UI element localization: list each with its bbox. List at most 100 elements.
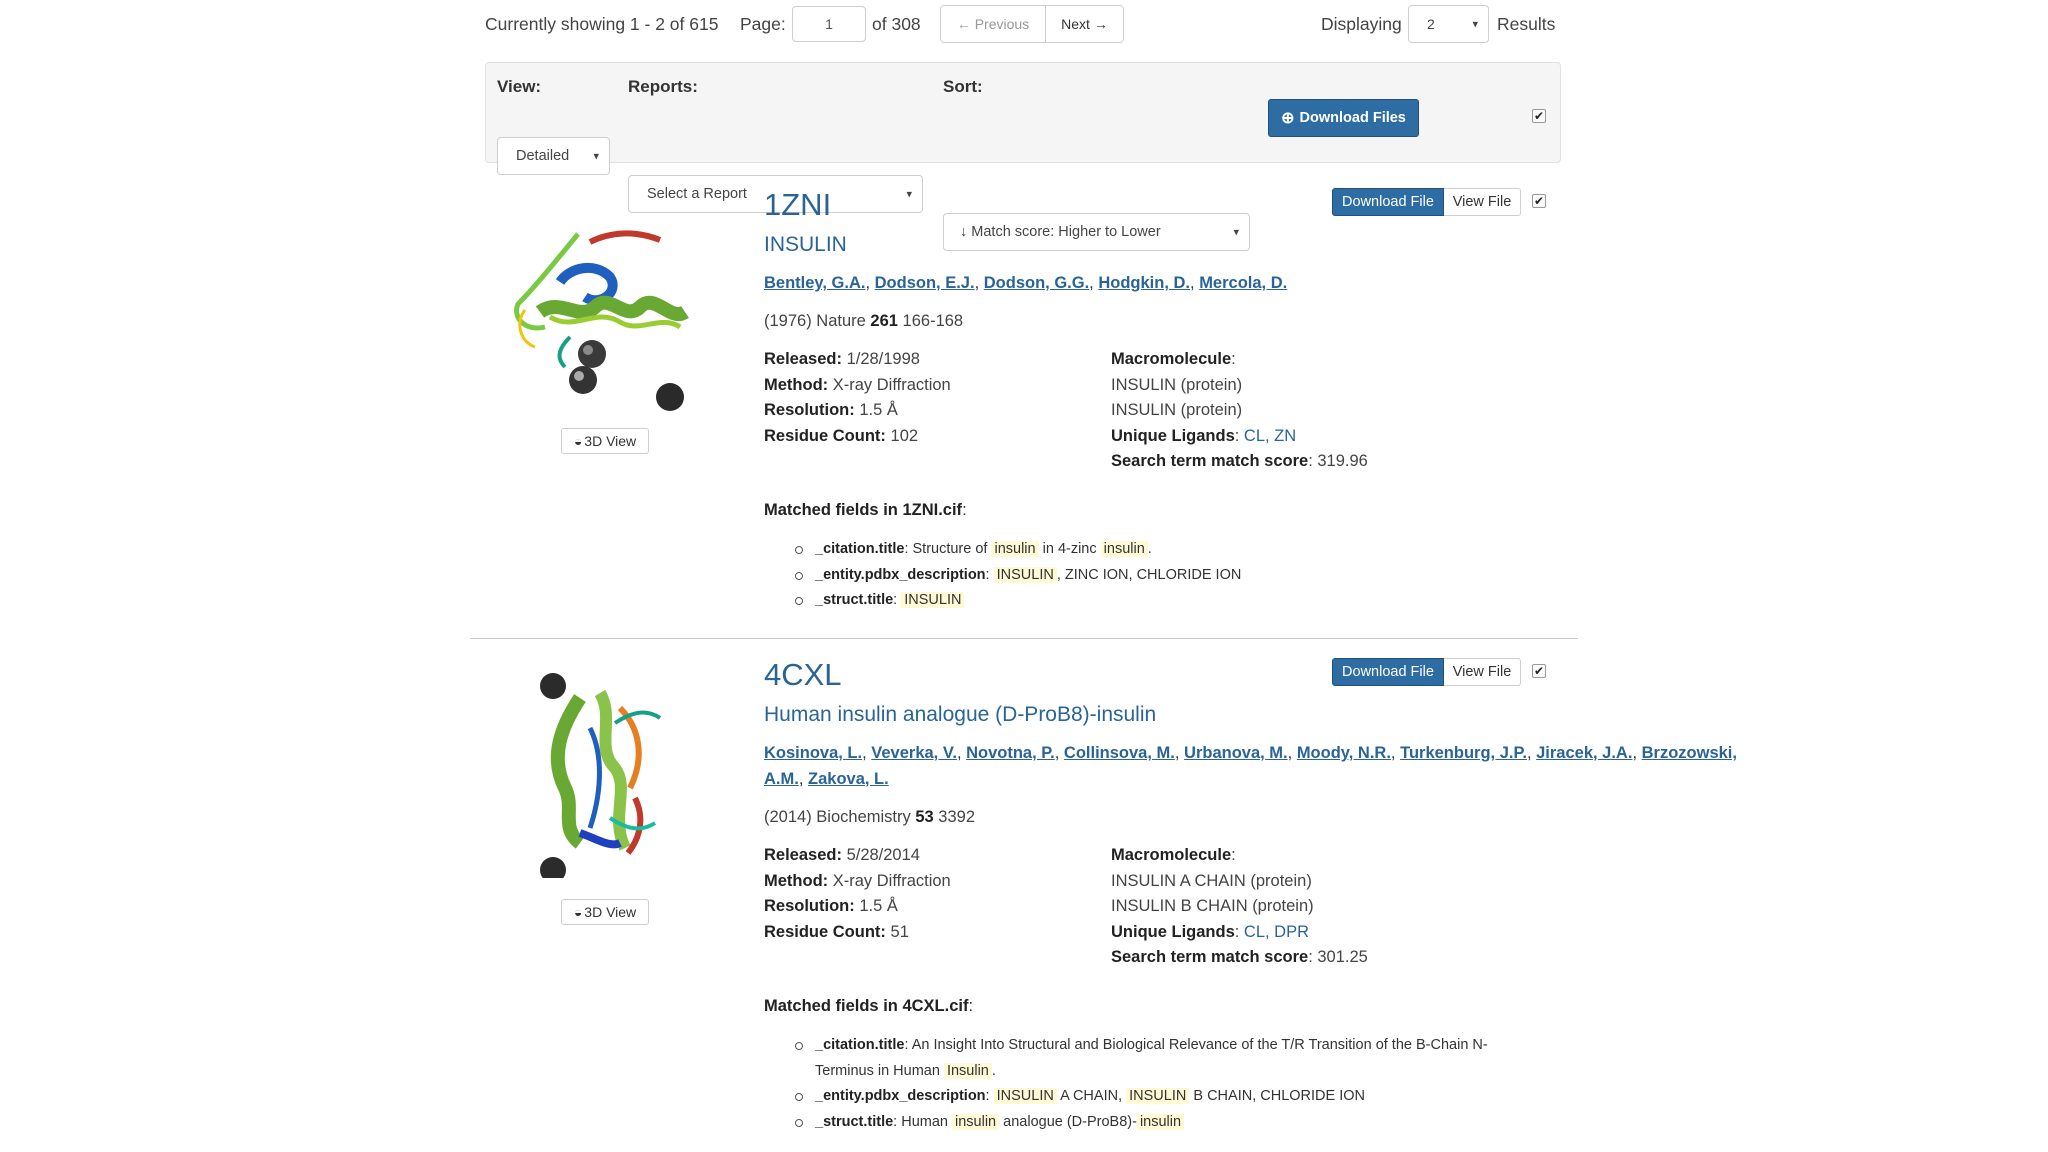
- field-text: An Insight Into Structural and Biologica…: [815, 1037, 1488, 1079]
- author-link[interactable]: Dodson, E.J.: [875, 274, 975, 292]
- author-link[interactable]: Dodson, G.G.: [984, 274, 1089, 292]
- page-total: of 308: [872, 14, 921, 34]
- citation-pages: 3392: [938, 808, 976, 826]
- method-label: Method:: [764, 871, 829, 890]
- list-item: _entity.pdbx_description: INSULIN, ZINC …: [793, 563, 1493, 589]
- ribbon-helix: [550, 694, 586, 849]
- list-item: _struct.title: Human insulin analogue (D…: [793, 1110, 1533, 1136]
- author-link[interactable]: Hodgkin, D.: [1098, 274, 1190, 292]
- citation-volume: 261: [870, 312, 898, 330]
- author-link[interactable]: Collinsova, M.: [1064, 744, 1175, 762]
- ligands-links[interactable]: CL, DPR: [1244, 923, 1309, 941]
- ribbon-helix: [555, 262, 618, 306]
- resolution-label: Resolution:: [764, 897, 855, 915]
- highlight-term: INSULIN: [993, 566, 1057, 583]
- author-link[interactable]: Novotna, P.: [966, 744, 1055, 762]
- next-button[interactable]: Next →: [1046, 6, 1123, 42]
- author-link[interactable]: Kosinova, L.: [764, 744, 862, 762]
- atom-sphere: [540, 857, 566, 878]
- field-text: in 4-zinc: [1042, 541, 1097, 557]
- highlight-term: Insulin: [943, 1062, 992, 1079]
- citation-year: (2014): [764, 808, 812, 826]
- displaying-label: Displaying: [1321, 14, 1402, 34]
- atom-sphere: [569, 366, 597, 394]
- previous-button[interactable]: ← Previous: [941, 6, 1046, 42]
- page-label: Page:: [740, 14, 786, 34]
- field-key: _struct.title: [815, 1113, 894, 1130]
- matched-fields-list: _citation.title: Structure of insulin in…: [793, 537, 1493, 614]
- macromolecule-details: Macromolecule: INSULIN A CHAIN (protein)…: [1111, 843, 1531, 971]
- field-text: .: [1147, 541, 1152, 557]
- matched-fields-prefix: Matched fields in: [764, 997, 898, 1015]
- field-text: Human: [901, 1113, 948, 1130]
- match-score-label: Search term match score: [1111, 948, 1309, 966]
- download-files-button[interactable]: ⊕ Download Files: [1268, 99, 1419, 137]
- citation: (2014) Biochemistry 53 3392: [764, 808, 975, 827]
- residue-count-label: Residue Count:: [764, 426, 886, 445]
- author-link[interactable]: Mercola, D.: [1199, 274, 1287, 292]
- field-key: _citation.title: [815, 541, 905, 557]
- highlight-term: INSULIN: [993, 1088, 1057, 1104]
- structure-thumbnail-4cxl[interactable]: [520, 668, 700, 878]
- download-file-button[interactable]: Download File: [1332, 658, 1444, 686]
- method-label: Method:: [764, 375, 829, 394]
- author-link[interactable]: Bentley, G.A.: [764, 274, 865, 292]
- matched-fields-file: 4CXL.cif: [902, 997, 969, 1015]
- view-select[interactable]: Detailed ▾: [497, 137, 610, 175]
- pdb-id-link[interactable]: 4CXL: [764, 657, 842, 693]
- 3d-view-label: 3D View: [584, 904, 637, 920]
- atom-highlight: [583, 345, 593, 355]
- structure-title[interactable]: INSULIN: [764, 233, 847, 257]
- results-per-page-select[interactable]: 2 ▾: [1408, 5, 1489, 43]
- 3d-view-button[interactable]: ◒ 3D View: [561, 428, 649, 454]
- results-per-page-value: 2: [1427, 16, 1435, 32]
- ribbon-helix: [548, 314, 682, 330]
- view-file-button[interactable]: View File: [1444, 188, 1521, 216]
- checkmark-icon: ✔: [1533, 194, 1545, 208]
- author-link[interactable]: Veverka, V.: [871, 744, 957, 762]
- atom-sphere: [656, 383, 684, 411]
- view-label: View:: [497, 77, 542, 96]
- method-value: X-ray Diffraction: [832, 375, 951, 394]
- author-link[interactable]: Jiracek, J.A.: [1536, 744, 1632, 762]
- page-number-input[interactable]: [792, 6, 866, 42]
- 3d-view-button[interactable]: ◒ 3D View: [561, 899, 649, 925]
- reports-label: Reports:: [628, 77, 698, 96]
- view-file-button[interactable]: View File: [1444, 658, 1521, 686]
- atom-sphere: [578, 340, 606, 368]
- field-key: _entity.pdbx_description: [815, 1088, 986, 1104]
- ribbon-strand: [588, 230, 662, 245]
- author-link[interactable]: Turkenburg, J.P.: [1400, 744, 1527, 762]
- citation-year: (1976): [764, 312, 812, 330]
- list-item: _entity.pdbx_description: INSULIN A CHAI…: [793, 1084, 1533, 1110]
- author-link[interactable]: Zakova, L.: [808, 770, 889, 788]
- author-link[interactable]: Moody, N.R.: [1297, 744, 1391, 762]
- released-date: 1/28/1998: [846, 350, 920, 368]
- match-score-label: Search term match score: [1111, 452, 1309, 470]
- download-file-button[interactable]: Download File: [1332, 188, 1444, 216]
- list-item: _struct.title: INSULIN: [793, 588, 1493, 614]
- citation-journal: Biochemistry: [816, 808, 911, 826]
- macromolecule-label: Macromolecule: [1111, 846, 1232, 864]
- macromolecule-entry: INSULIN A CHAIN (protein): [1111, 871, 1312, 890]
- select-all-checkbox[interactable]: ✔: [1532, 109, 1546, 123]
- author-link[interactable]: Urbanova, M.: [1184, 744, 1288, 762]
- ribbon-strand: [557, 335, 572, 369]
- matched-fields-file: 1ZNI.cif: [902, 501, 963, 519]
- ligands-links[interactable]: CL, ZN: [1244, 427, 1296, 445]
- chevron-down-icon: ▾: [1472, 18, 1478, 31]
- released-date: 5/28/2014: [846, 846, 920, 864]
- sort-select[interactable]: ↓ Match score: Higher to Lower ▾: [943, 213, 1250, 251]
- list-item: _citation.title: An Insight Into Structu…: [793, 1033, 1533, 1084]
- result-checkbox[interactable]: ✔: [1532, 664, 1546, 678]
- residue-count-value: 51: [890, 922, 909, 941]
- resolution-label: Resolution:: [764, 401, 855, 419]
- authors-list: Kosinova, L., Veverka, V., Novotna, P., …: [764, 744, 1737, 788]
- structure-title[interactable]: Human insulin analogue (D-ProB8)-insulin: [764, 703, 1156, 727]
- pdb-id-link[interactable]: 1ZNI: [764, 187, 831, 223]
- result-checkbox[interactable]: ✔: [1532, 194, 1546, 208]
- field-text: .: [991, 1062, 996, 1079]
- structure-thumbnail-1zni[interactable]: [500, 222, 715, 422]
- entry-details: Released: 1/28/1998 Method: X-ray Diffra…: [764, 347, 1084, 449]
- citation: (1976) Nature 261 166-168: [764, 312, 963, 331]
